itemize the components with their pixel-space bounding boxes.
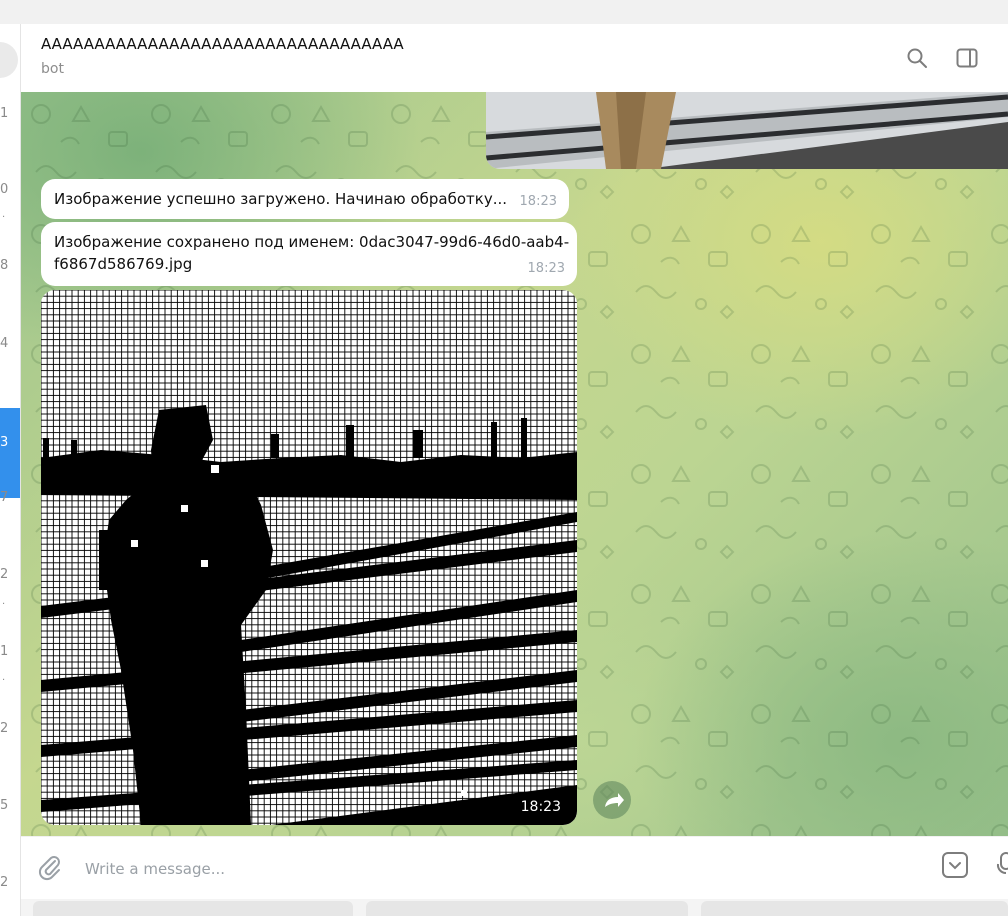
message-text: Изображение успешно загружено. Начинаю о… bbox=[54, 190, 508, 208]
keyboard-toggle-icon[interactable] bbox=[941, 851, 969, 879]
chat-avatar[interactable] bbox=[0, 42, 18, 78]
search-icon[interactable] bbox=[905, 46, 929, 70]
unread-counter: 3 bbox=[0, 435, 9, 450]
ellipsis-dot: · bbox=[2, 212, 6, 223]
unread-counter: 2 bbox=[0, 567, 9, 582]
unread-counter: 4 bbox=[0, 336, 9, 351]
unread-counter: 5 bbox=[0, 798, 9, 813]
unread-counter: 0 bbox=[0, 182, 9, 197]
pixel-image-message[interactable]: 18:23 bbox=[41, 290, 577, 825]
window-top-strip bbox=[0, 0, 1008, 24]
chat-header[interactable]: AAAAAAAAAAAAAAAAAAAAAAAAAAAAAAAAAA bot bbox=[21, 24, 1008, 93]
unread-counter: 7 bbox=[0, 490, 9, 505]
message-composer bbox=[21, 837, 1008, 899]
chat-subtitle: bot bbox=[41, 61, 64, 77]
message-input[interactable] bbox=[83, 854, 907, 884]
message-bubble[interactable]: Изображение успешно загружено. Начинаю о… bbox=[41, 179, 569, 219]
unread-counter: 8 bbox=[0, 258, 9, 273]
message-time: 18:23 bbox=[527, 261, 565, 276]
message-time: 18:23 bbox=[519, 194, 557, 209]
bot-keyboard-button[interactable] bbox=[366, 901, 688, 916]
bot-keyboard-button[interactable] bbox=[701, 901, 1008, 916]
unread-counter: 1 bbox=[0, 106, 9, 121]
pixel-art-image bbox=[41, 290, 577, 825]
ellipsis-dot: · bbox=[2, 675, 6, 686]
forward-arrow-icon bbox=[605, 793, 624, 807]
unread-counter: 1 bbox=[0, 644, 9, 659]
previous-photo-message[interactable] bbox=[486, 92, 1008, 169]
unread-counter: 2 bbox=[0, 875, 9, 890]
chat-list-column: 1 0 · 8 4 3 7 2 · 1 · 2 5 2 bbox=[0, 24, 21, 916]
microphone-icon[interactable] bbox=[995, 850, 1008, 880]
sidebar-toggle-icon[interactable] bbox=[955, 46, 979, 70]
active-chat-item[interactable]: 3 bbox=[0, 408, 20, 498]
unread-counter: 2 bbox=[0, 721, 9, 736]
chat-title[interactable]: AAAAAAAAAAAAAAAAAAAAAAAAAAAAAAAAAA bbox=[41, 35, 404, 53]
chat-history[interactable]: Изображение успешно загружено. Начинаю о… bbox=[21, 92, 1008, 836]
message-time: 18:23 bbox=[520, 799, 561, 815]
forward-button[interactable] bbox=[593, 781, 631, 819]
ellipsis-dot: · bbox=[2, 599, 6, 610]
bot-keyboard-button[interactable] bbox=[33, 901, 353, 916]
bot-keyboard-strip bbox=[21, 899, 1008, 916]
paperclip-icon[interactable] bbox=[37, 853, 63, 881]
message-text: Изображение сохранено под именем: 0dac30… bbox=[54, 233, 570, 273]
message-bubble[interactable]: Изображение сохранено под именем: 0dac30… bbox=[41, 222, 577, 286]
